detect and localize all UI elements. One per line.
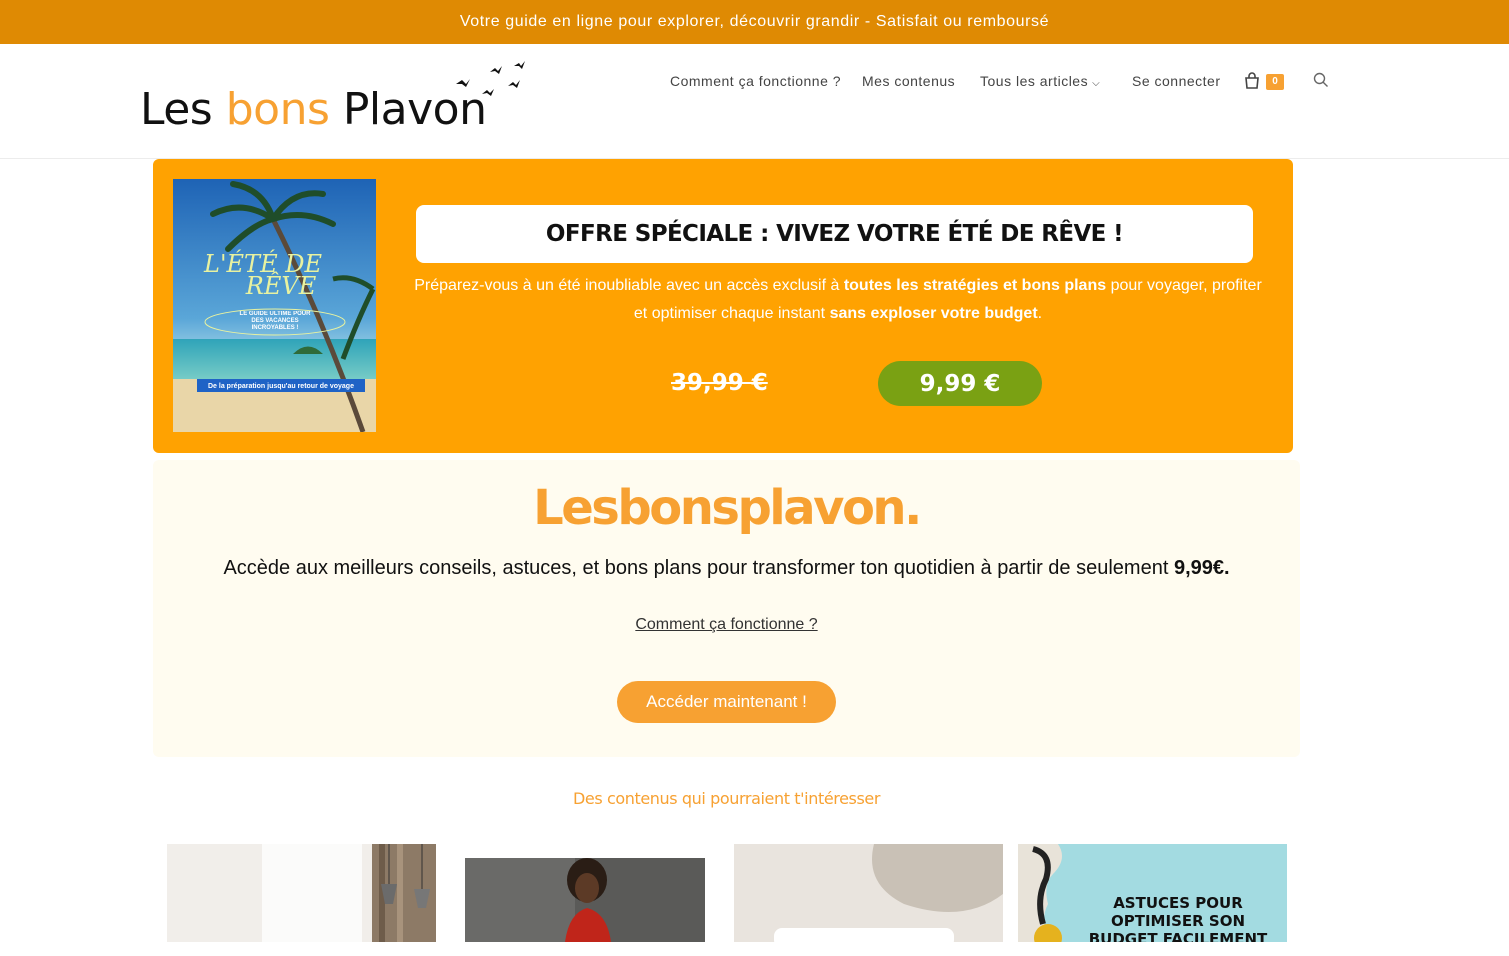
- abstract-thumbnail: [734, 844, 1003, 942]
- related-content-title: Des contenus qui pourraient t'intéresser: [572, 789, 881, 808]
- nav-comment-ca-fonctionne[interactable]: Comment ça fonctionne ?: [670, 73, 841, 89]
- chevron-down-icon: ⌵: [1092, 78, 1101, 89]
- announcement-text: Votre guide en ligne pour explorer, déco…: [459, 13, 1050, 30]
- nav-label: Se connecter: [1132, 73, 1221, 89]
- offer-desc-text: Préparez-vous à un été inoubliable avec …: [414, 277, 844, 294]
- nav-label: Tous les articles: [980, 73, 1089, 89]
- interior-thumbnail: [167, 844, 436, 942]
- cart-count-badge: 0: [1266, 74, 1284, 90]
- hero-brand: Lesbonsplavon.: [533, 480, 922, 536]
- nav-label: Comment ça fonctionne ?: [670, 73, 842, 89]
- nav-se-connecter[interactable]: Se connecter: [1132, 73, 1221, 89]
- access-now-button[interactable]: Accéder maintenant !: [617, 681, 836, 723]
- search-icon[interactable]: [1313, 72, 1329, 88]
- logo-text-les: Les: [140, 84, 226, 135]
- hero-text-body: Accède aux meilleurs conseils, astuces, …: [223, 557, 1174, 579]
- hero-text-price: 9,99€.: [1173, 557, 1230, 579]
- nav-mes-contenus[interactable]: Mes contenus: [862, 73, 955, 89]
- site-header: Les bons Plavon Comment ça fonctionne ? …: [0, 44, 1509, 159]
- offer-desc-bold: toutes les stratégies et bons plans: [843, 277, 1107, 294]
- ebook-cover-art: L'ÉTÉ DE RÊVE LE GUIDE ULTIME POUR DES V…: [173, 179, 376, 432]
- content-card-budget[interactable]: ASTUCES POUR OPTIMISER SON BUDGET FACILE…: [1018, 844, 1287, 942]
- budget-card-text: ASTUCES POUR OPTIMISER SON BUDGET FACILE…: [1088, 894, 1268, 942]
- nav-label: Mes contenus: [862, 73, 956, 89]
- new-price-button[interactable]: 9,99 €: [878, 361, 1042, 406]
- nav-tous-les-articles[interactable]: Tous les articles ⌵: [980, 73, 1100, 89]
- offer-title: OFFRE SPÉCIALE : VIVEZ VOTRE ÉTÉ DE RÊVE…: [416, 205, 1253, 263]
- book-footer: De la préparation jusqu'au retour de voy…: [208, 383, 354, 390]
- old-price: 39,99 €: [671, 370, 768, 396]
- announcement-bar: Votre guide en ligne pour explorer, déco…: [0, 0, 1509, 44]
- shopping-bag-icon[interactable]: [1244, 72, 1260, 90]
- hero-text: Accède aux meilleurs conseils, astuces, …: [153, 557, 1300, 580]
- birds-logo-icon: [456, 61, 525, 96]
- content-card-abstract[interactable]: [734, 844, 1003, 942]
- content-card-fashion[interactable]: [465, 858, 705, 956]
- hero-section: Lesbonsplavon. Accède aux meilleurs cons…: [153, 460, 1300, 757]
- site-logo[interactable]: Les bons Plavon: [140, 84, 487, 135]
- logo-text-bons: bons: [225, 84, 330, 135]
- fashion-thumbnail: [465, 858, 705, 942]
- book-title-line2: RÊVE: [245, 271, 317, 300]
- book-subtitle: LE GUIDE ULTIME POUR DES VACANCES INCROY…: [239, 311, 311, 331]
- how-it-works-link[interactable]: Comment ça fonctionne ?: [153, 616, 1300, 634]
- special-offer-banner: L'ÉTÉ DE RÊVE LE GUIDE ULTIME POUR DES V…: [153, 159, 1293, 453]
- offer-desc-bold: sans exploser votre budget: [829, 305, 1038, 322]
- ebook-cover-image[interactable]: L'ÉTÉ DE RÊVE LE GUIDE ULTIME POUR DES V…: [173, 179, 376, 432]
- offer-description: Préparez-vous à un été inoubliable avec …: [413, 272, 1263, 328]
- offer-desc-text: .: [1037, 305, 1043, 322]
- content-card-interior[interactable]: [167, 844, 436, 942]
